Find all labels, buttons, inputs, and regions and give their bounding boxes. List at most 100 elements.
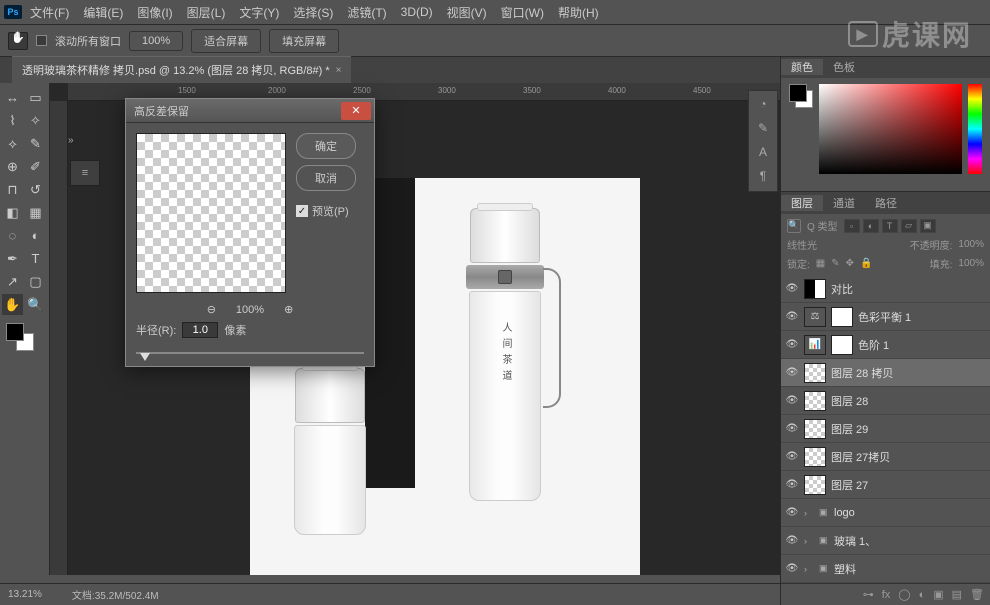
visibility-icon[interactable]: 👁 xyxy=(785,534,799,548)
brush-tool-icon[interactable]: ✐ xyxy=(25,156,46,177)
layer-row[interactable]: 👁对比 xyxy=(781,275,990,303)
visibility-icon[interactable]: 👁 xyxy=(785,506,799,520)
layer-row[interactable]: 👁›▣塑料 xyxy=(781,555,990,583)
filter-pixel-icon[interactable]: ▫ xyxy=(844,219,860,233)
layer-row[interactable]: 👁图层 29 xyxy=(781,415,990,443)
tab-swatches[interactable]: 色板 xyxy=(823,59,865,75)
layer-row[interactable]: 👁›▣玻璃 1、 xyxy=(781,527,990,555)
menu-image[interactable]: 图像(I) xyxy=(137,4,172,21)
marquee-tool-icon[interactable]: ▭ xyxy=(25,87,46,108)
type-tool-icon[interactable]: T xyxy=(25,248,46,269)
shape-tool-icon[interactable]: ▢ xyxy=(25,271,46,292)
lock-position-icon[interactable]: ✎ xyxy=(831,258,839,269)
group-icon[interactable]: ▣ xyxy=(933,588,943,601)
close-icon[interactable]: ✕ xyxy=(341,102,371,120)
adjustment-layer-icon[interactable]: ◐ xyxy=(919,589,926,601)
visibility-icon[interactable]: 👁 xyxy=(785,562,799,576)
lock-all-icon[interactable]: 🔒 xyxy=(860,258,872,269)
new-layer-icon[interactable]: ▤ xyxy=(952,588,962,601)
crop-tool-icon[interactable]: ⟡ xyxy=(2,133,23,154)
lock-pixels-icon[interactable]: ▦ xyxy=(816,258,825,269)
radius-slider[interactable] xyxy=(126,352,374,366)
cancel-button[interactable]: 取消 xyxy=(296,165,356,191)
visibility-icon[interactable]: 👁 xyxy=(785,282,799,296)
move-tool-icon[interactable]: ↔ xyxy=(2,87,23,108)
blend-mode-select[interactable]: 线性光 xyxy=(787,237,817,252)
history-icon[interactable]: ◔ xyxy=(754,97,772,113)
layer-row[interactable]: 👁📊色阶 1 xyxy=(781,331,990,359)
hand-tool-icon[interactable] xyxy=(8,32,28,50)
visibility-icon[interactable]: 👁 xyxy=(785,338,799,352)
layer-row[interactable]: 👁图层 28 xyxy=(781,387,990,415)
menu-type[interactable]: 文字(Y) xyxy=(239,4,279,21)
pen-tool-icon[interactable]: ✒ xyxy=(2,248,23,269)
stamp-tool-icon[interactable]: ⊓ xyxy=(2,179,23,200)
menu-filter[interactable]: 滤镜(T) xyxy=(347,4,386,21)
layer-mask-icon[interactable]: ◯ xyxy=(898,588,910,601)
folder-chevron-icon[interactable]: › xyxy=(804,508,814,518)
zoom-100-button[interactable]: 100% xyxy=(129,31,183,51)
tab-paths[interactable]: 路径 xyxy=(865,195,907,211)
history-brush-icon[interactable]: ↺ xyxy=(25,179,46,200)
brush-presets-icon[interactable]: ✎ xyxy=(754,121,772,137)
color-swatch-mini[interactable] xyxy=(789,84,813,108)
eyedropper-tool-icon[interactable]: ✎ xyxy=(25,133,46,154)
wand-tool-icon[interactable]: ✧ xyxy=(25,110,46,131)
menu-view[interactable]: 视图(V) xyxy=(447,4,487,21)
path-tool-icon[interactable]: ↗ xyxy=(2,271,23,292)
paragraph-icon[interactable]: ¶ xyxy=(754,169,772,185)
color-swatch[interactable] xyxy=(6,323,34,351)
filter-smart-icon[interactable]: ▣ xyxy=(920,219,936,233)
layer-row[interactable]: 👁图层 28 拷贝 xyxy=(781,359,990,387)
tab-color[interactable]: 颜色 xyxy=(781,59,823,75)
visibility-icon[interactable]: 👁 xyxy=(785,366,799,380)
menu-file[interactable]: 文件(F) xyxy=(30,4,69,21)
menu-help[interactable]: 帮助(H) xyxy=(558,4,599,21)
panel-collapse-toggle[interactable]: » xyxy=(68,135,82,149)
close-tab-icon[interactable]: × xyxy=(336,65,342,76)
tab-layers[interactable]: 图层 xyxy=(781,195,823,211)
dialog-preview[interactable] xyxy=(136,133,286,293)
link-layers-icon[interactable]: ⊶ xyxy=(863,588,874,601)
visibility-icon[interactable]: 👁 xyxy=(785,450,799,464)
tab-channels[interactable]: 通道 xyxy=(823,195,865,211)
scroll-all-checkbox[interactable] xyxy=(36,35,47,46)
dialog-titlebar[interactable]: 高反差保留 ✕ xyxy=(126,99,374,123)
properties-collapsed-icon[interactable]: ≡ xyxy=(70,160,100,186)
zoom-tool-icon[interactable]: 🔍 xyxy=(25,294,46,315)
zoom-in-icon[interactable]: ⊕ xyxy=(284,303,293,316)
fill-value[interactable]: 100% xyxy=(958,258,984,269)
delete-layer-icon[interactable]: 🗑 xyxy=(970,588,984,601)
status-zoom[interactable]: 13.21% xyxy=(8,589,42,600)
layer-row[interactable]: 👁⚖色彩平衡 1 xyxy=(781,303,990,331)
layer-row[interactable]: 👁›▣logo xyxy=(781,499,990,527)
lock-move-icon[interactable]: ✥ xyxy=(846,258,854,269)
fill-screen-button[interactable]: 填充屏幕 xyxy=(269,29,339,53)
folder-chevron-icon[interactable]: › xyxy=(804,536,814,546)
filter-kind-icon[interactable]: 🔍 xyxy=(787,219,801,233)
menu-layer[interactable]: 图层(L) xyxy=(187,4,226,21)
layer-row[interactable]: 👁图层 27拷贝 xyxy=(781,443,990,471)
menu-select[interactable]: 选择(S) xyxy=(293,4,333,21)
fit-screen-button[interactable]: 适合屏幕 xyxy=(191,29,261,53)
blur-tool-icon[interactable]: ◌ xyxy=(2,225,23,246)
lasso-tool-icon[interactable]: ⌇ xyxy=(2,110,23,131)
filter-type-icon[interactable]: T xyxy=(882,219,898,233)
hand-tool-icon[interactable]: ✋ xyxy=(2,294,23,315)
menu-edit[interactable]: 编辑(E) xyxy=(83,4,123,21)
dodge-tool-icon[interactable]: ◐ xyxy=(25,225,46,246)
hue-slider[interactable] xyxy=(968,84,982,174)
status-doc-size[interactable]: 文档:35.2M/502.4M xyxy=(72,587,159,602)
gradient-tool-icon[interactable]: ▦ xyxy=(25,202,46,223)
heal-tool-icon[interactable]: ⊕ xyxy=(2,156,23,177)
color-picker[interactable] xyxy=(819,84,962,174)
visibility-icon[interactable]: 👁 xyxy=(785,422,799,436)
folder-chevron-icon[interactable]: › xyxy=(804,564,814,574)
menu-window[interactable]: 窗口(W) xyxy=(501,4,544,21)
visibility-icon[interactable]: 👁 xyxy=(785,478,799,492)
document-tab[interactable]: 透明玻璃茶杯精修 拷贝.psd @ 13.2% (图层 28 拷贝, RGB/8… xyxy=(12,56,351,83)
char-panel-icon[interactable]: A xyxy=(754,145,772,161)
visibility-icon[interactable]: 👁 xyxy=(785,394,799,408)
menu-3d[interactable]: 3D(D) xyxy=(401,5,433,19)
filter-shape-icon[interactable]: ▱ xyxy=(901,219,917,233)
